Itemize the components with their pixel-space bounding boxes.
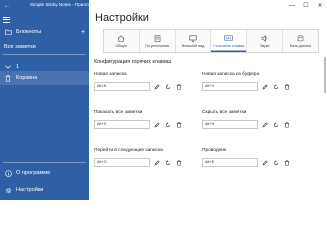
hotkey-label: Новая записка из буфера: [202, 72, 260, 77]
trash-icon[interactable]: [174, 82, 183, 91]
hotkey-show-all-notes: Показать все заметки Alt+S: [94, 109, 194, 129]
chevron-down-icon[interactable]: [0, 65, 16, 69]
pencil-icon[interactable]: [260, 158, 269, 167]
hotkey-field[interactable]: Alt+N: [94, 82, 150, 91]
hotkey-new-note: Новая записка Alt+N: [94, 71, 194, 91]
tab-appearance[interactable]: Внешний вид: [176, 30, 212, 52]
sidebar: ← Блокноты + Все заметки 1 Корзина О про…: [0, 0, 89, 200]
pencil-icon[interactable]: [260, 120, 269, 129]
tab-database[interactable]: База данных: [283, 30, 318, 52]
hotkey-field[interactable]: Alt+G: [94, 158, 150, 167]
reset-icon[interactable]: [271, 158, 280, 167]
trash-icon[interactable]: [174, 120, 183, 129]
reset-icon[interactable]: [271, 82, 280, 91]
sidebar-item-label: 1: [16, 64, 20, 70]
maximize-button[interactable]: ☐: [299, 0, 313, 12]
tab-label: Сочетания клавиш: [213, 44, 245, 48]
tab-sounds[interactable]: Звуки: [247, 30, 284, 52]
reset-icon[interactable]: [163, 120, 172, 129]
pencil-icon[interactable]: [260, 82, 269, 91]
sidebar-item-label: Настройки: [16, 187, 44, 193]
hotkey-field[interactable]: Alt+H: [202, 120, 258, 129]
trash-icon: [0, 74, 16, 82]
divider: [3, 162, 86, 163]
hotkey-field[interactable]: Alt+E: [202, 158, 258, 167]
hotkey-field[interactable]: Alt+V: [202, 82, 258, 91]
window-title: Simple Sticky Notes - Приложение: [30, 2, 102, 7]
tab-general[interactable]: Общее: [104, 30, 140, 52]
reset-icon[interactable]: [163, 82, 172, 91]
database-icon: [296, 34, 305, 42]
divider: [3, 54, 86, 55]
gear-icon: [0, 187, 16, 194]
hotkey-go-to-next-note: Перейти в следующие записка Alt+G: [94, 147, 194, 167]
note-icon: [153, 34, 162, 42]
hotkey-hide-all-notes: Скрыть все заметки Alt+H: [202, 109, 302, 129]
sidebar-item-label: Все заметки: [4, 44, 36, 50]
tab-label: По умолчанию: [145, 44, 170, 48]
home-icon: [117, 34, 126, 42]
hamburger-menu-icon[interactable]: [3, 16, 13, 24]
trash-icon[interactable]: [174, 158, 183, 167]
hotkey-label: Новая записка: [94, 72, 127, 77]
hotkey-field[interactable]: Alt+S: [94, 120, 150, 129]
sidebar-item-settings[interactable]: Настройки: [0, 183, 89, 197]
tab-label: Звуки: [260, 44, 270, 48]
reset-icon[interactable]: [163, 158, 172, 167]
add-notebook-button[interactable]: +: [77, 29, 89, 36]
hotkey-label: Показать все заметки: [94, 110, 143, 115]
hotkey-label: Перейти в следующие записка: [94, 148, 163, 153]
speaker-icon: [260, 34, 269, 42]
sidebar-item-label: О программе: [16, 170, 51, 176]
folder-icon: [0, 29, 16, 35]
keyboard-icon: [224, 34, 234, 42]
trash-icon[interactable]: [282, 82, 291, 91]
tab-defaults[interactable]: По умолчанию: [140, 30, 176, 52]
scrollbar-thumb[interactable]: [324, 57, 326, 93]
sidebar-item-notebooks[interactable]: Блокноты +: [0, 25, 89, 39]
sidebar-item-trash[interactable]: Корзина: [0, 71, 89, 85]
close-button[interactable]: ✕: [313, 0, 327, 12]
sidebar-item-label: Корзина: [16, 75, 38, 81]
app-window: ← Блокноты + Все заметки 1 Корзина О про…: [0, 0, 327, 200]
hotkey-explorer: Проводник Alt+E: [202, 147, 302, 167]
sidebar-item-about[interactable]: О программе: [0, 166, 89, 180]
trash-icon[interactable]: [282, 120, 291, 129]
sidebar-item-label: Блокноты: [16, 29, 42, 35]
settings-tabs: Общее По умолчанию Внешний вид Сочетания…: [103, 29, 319, 53]
tab-hotkeys[interactable]: Сочетания клавиш: [211, 30, 248, 52]
monitor-icon: [189, 34, 198, 42]
hotkey-label: Проводник: [202, 148, 227, 153]
page-title: Настройки: [95, 12, 149, 24]
title-bar: Simple Sticky Notes - Приложение — ☐ ✕: [0, 0, 327, 12]
pencil-icon[interactable]: [152, 158, 161, 167]
trash-icon[interactable]: [282, 158, 291, 167]
sidebar-item-all-notes[interactable]: Все заметки: [0, 40, 89, 54]
tab-label: Внешний вид: [181, 44, 205, 48]
settings-panel: Настройки Общее По умолчанию Внешний вид: [89, 12, 327, 200]
reset-icon[interactable]: [271, 120, 280, 129]
section-title: Конфигурация горячих клавиш: [94, 59, 172, 65]
pencil-icon[interactable]: [152, 120, 161, 129]
hotkey-label: Скрыть все заметки: [202, 110, 247, 115]
tab-label: База данных: [289, 44, 312, 48]
window-controls: — ☐ ✕: [285, 0, 327, 12]
minimize-button[interactable]: —: [285, 0, 299, 12]
hotkey-new-note-from-clipboard: Новая записка из буфера Alt+V: [202, 71, 302, 91]
info-icon: [0, 169, 16, 177]
tab-label: Общее: [115, 44, 128, 48]
pencil-icon[interactable]: [152, 82, 161, 91]
